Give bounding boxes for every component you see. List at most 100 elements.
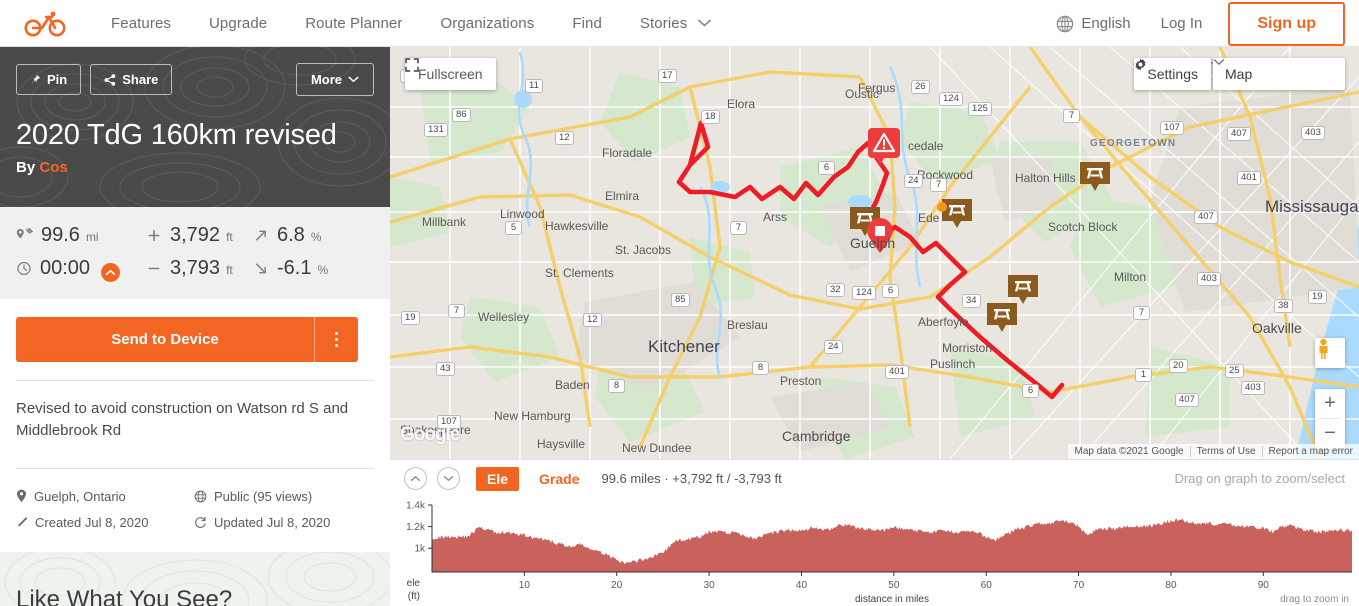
elevation-collapse-down-button[interactable] <box>437 467 460 490</box>
metadata-created-text: Created Jul 8, 2020 <box>35 514 149 530</box>
primary-nav-links: Features Upgrade Route Planner Organizat… <box>92 15 730 32</box>
metadata-location-text: Guelph, Ontario <box>34 488 126 504</box>
map-canvas <box>390 47 1359 459</box>
stat-descent-value: 3,793 <box>170 257 221 279</box>
fullscreen-icon <box>405 58 419 72</box>
page-title: 2020 TdG 160km revised <box>16 119 337 151</box>
gear-icon <box>1135 58 1146 71</box>
more-button[interactable]: More <box>295 63 374 96</box>
stat-ascent-unit: ft <box>226 230 233 244</box>
kebab-menu-icon[interactable] <box>314 317 358 362</box>
elevation-toolbar: Ele Grade 99.6 miles · +3,792 ft / -3,79… <box>390 460 1359 497</box>
stats-row-2: 00:00 3,793 ft -6.1 % <box>16 252 374 285</box>
y-axis-tick-label: 1k <box>414 544 426 555</box>
map-settings-button[interactable]: Settings <box>1134 58 1211 90</box>
pin-icon <box>31 74 41 85</box>
cyclist-logo-icon <box>24 11 66 37</box>
stat-min-grade: -6.1 % <box>253 257 328 280</box>
y-axis-tick-label: 1.2k <box>406 522 426 533</box>
route-metadata: Guelph, Ontario Public (95 views) Create… <box>16 468 374 535</box>
x-axis-tick-label: 10 <box>519 580 531 591</box>
plus-icon <box>146 228 162 248</box>
site-logo[interactable] <box>0 9 92 37</box>
map-attribution: Map data ©2021 Google Terms of Use Repor… <box>1068 444 1359 459</box>
stat-max-grade-value: 6.8 <box>277 224 305 246</box>
route-sidebar: Pin Share More 2020 TdG 160km revised By… <box>0 47 390 606</box>
stat-distance: 99.6 mi <box>16 224 146 247</box>
nav-link-find[interactable]: Find <box>553 15 621 32</box>
elevation-chart[interactable]: 1k 1.2k 1.4k 10 20 30 40 50 60 70 80 90 ele (ft) dista… <box>390 497 1359 606</box>
pegman-street-view-button[interactable] <box>1315 338 1345 368</box>
clock-icon <box>16 261 32 281</box>
map-type-select[interactable]: Map <box>1213 58 1345 90</box>
map-type-value: Map <box>1225 66 1253 82</box>
chevron-up-badge-icon[interactable] <box>101 263 121 282</box>
map-pin-icon <box>17 489 26 503</box>
share-button[interactable]: Share <box>90 64 173 95</box>
elevation-drag-hint: Drag on graph to zoom/select <box>1174 471 1345 486</box>
x-axis-tick-label: 90 <box>1258 580 1270 591</box>
fullscreen-button[interactable]: Fullscreen <box>405 58 496 90</box>
x-axis-title: distance in miles <box>855 594 929 605</box>
x-axis-tick-label: 60 <box>981 580 993 591</box>
stat-time: 00:00 <box>16 257 146 282</box>
stat-min-grade-value: -6.1 <box>277 257 312 279</box>
nav-link-stories[interactable]: Stories <box>621 15 730 32</box>
login-link[interactable]: Log In <box>1161 15 1203 32</box>
tab-elevation[interactable]: Ele <box>476 466 520 491</box>
stat-ascent: 3,792 ft <box>146 224 253 247</box>
refresh-icon <box>195 516 206 528</box>
y-axis-tick-label: 1.4k <box>406 501 426 512</box>
metadata-updated: Updated Jul 8, 2020 <box>194 515 330 530</box>
x-axis-tick-label: 40 <box>796 580 808 591</box>
elevation-panel: Ele Grade 99.6 miles · +3,792 ft / -3,79… <box>390 459 1359 606</box>
map-zoom-controls[interactable]: + − <box>1315 389 1345 449</box>
route-map[interactable]: Fergus Oustic Elora Floradale Elmira Linwood M… <box>390 47 1359 459</box>
chart-zoom-hint: drag to zoom in <box>1280 594 1349 605</box>
metadata-visibility-text: Public (95 views) <box>214 488 313 504</box>
metadata-row-2: Created Jul 8, 2020 Updated Jul 8, 2020 <box>16 509 374 535</box>
nav-link-features[interactable]: Features <box>92 15 190 32</box>
arrow-down-right-icon <box>253 261 269 281</box>
elevation-summary: 99.6 miles · +3,792 ft / -3,793 ft <box>601 471 782 486</box>
route-distance-icon <box>16 227 33 248</box>
metadata-updated-text: Updated Jul 8, 2020 <box>214 514 331 530</box>
metadata-created: Created Jul 8, 2020 <box>16 515 194 530</box>
metadata-row-1: Guelph, Ontario Public (95 views) <box>16 483 374 509</box>
nav-link-stories-label: Stories <box>639 14 688 32</box>
report-map-error-link[interactable]: Report a map error <box>1261 446 1359 457</box>
pegman-street-view-icon <box>1319 338 1328 359</box>
nav-link-route-planner[interactable]: Route Planner <box>286 15 421 32</box>
terms-of-use-link[interactable]: Terms of Use <box>1189 446 1262 457</box>
nav-right-group: English Log In Sign up <box>1056 0 1345 47</box>
elevation-collapse-up-button[interactable] <box>404 467 427 490</box>
top-navigation-bar: Features Upgrade Route Planner Organizat… <box>0 0 1359 47</box>
author-link[interactable]: Cos <box>39 159 67 176</box>
route-hero-header: Pin Share More 2020 TdG 160km revised By… <box>0 47 390 207</box>
language-selector[interactable]: English <box>1056 15 1131 33</box>
stat-descent: 3,793 ft <box>146 257 253 280</box>
send-to-device-button[interactable]: Send to Device <box>16 317 358 362</box>
x-axis-tick-label: 20 <box>611 580 623 591</box>
stat-descent-unit: ft <box>226 263 233 277</box>
nav-link-upgrade[interactable]: Upgrade <box>190 15 286 32</box>
signup-button[interactable]: Sign up <box>1228 1 1345 46</box>
x-axis-tick-label: 30 <box>704 580 716 591</box>
send-to-device-area: Send to Device <box>0 299 390 362</box>
pin-button[interactable]: Pin <box>16 64 82 95</box>
nav-link-organizations[interactable]: Organizations <box>421 15 553 32</box>
pencil-icon <box>17 516 28 527</box>
stat-distance-unit: mi <box>85 230 99 244</box>
chevron-down-icon <box>1213 58 1225 65</box>
elevation-chart-svg[interactable]: 1k 1.2k 1.4k 10 20 30 40 50 60 70 80 90 ele (ft) dista… <box>390 497 1359 606</box>
arrow-up-right-icon <box>253 228 269 248</box>
tab-grade[interactable]: Grade <box>539 471 579 487</box>
map-attribution-text: Map data ©2021 Google <box>1074 446 1184 457</box>
route-description: Revised to avoid construction on Watson … <box>16 400 349 439</box>
pin-button-label: Pin <box>47 72 68 87</box>
minus-icon <box>146 261 162 281</box>
elevation-area-series <box>432 518 1352 572</box>
zoom-in-button[interactable]: + <box>1315 389 1345 418</box>
stat-time-value: 00:00 <box>40 257 91 279</box>
language-label: English <box>1081 15 1131 32</box>
